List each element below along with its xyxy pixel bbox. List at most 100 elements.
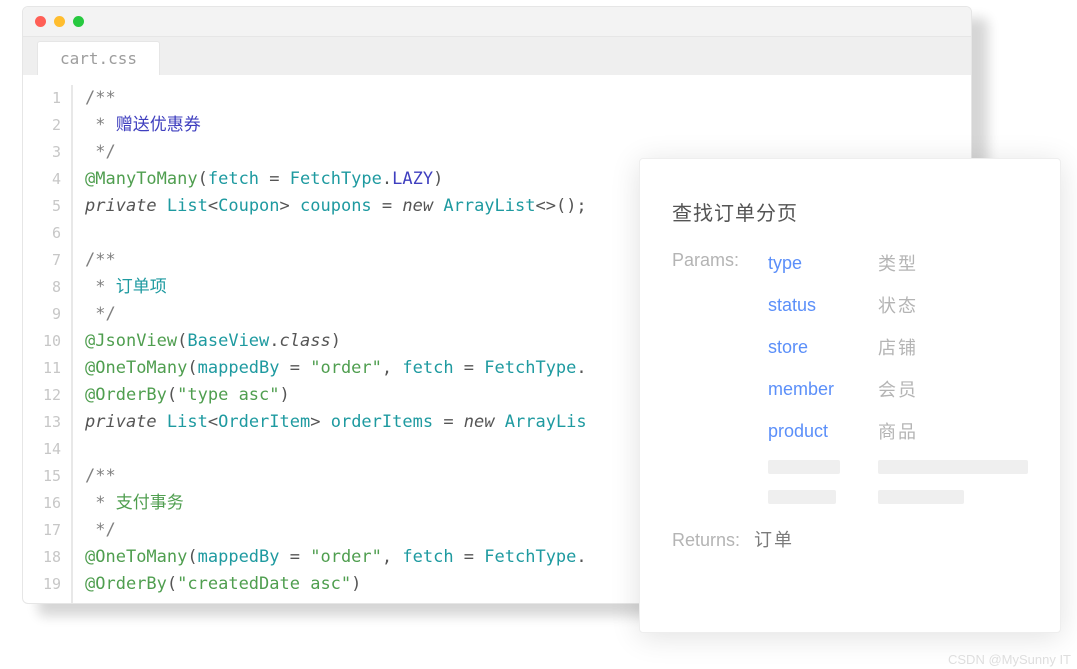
- line-number: 18: [23, 544, 61, 571]
- code-token: paymentTransactio: [413, 601, 587, 604]
- code-token: private: [85, 601, 157, 604]
- code-token: new: [464, 412, 495, 432]
- code-token: JsonView: [95, 331, 177, 351]
- code-token: @: [85, 331, 95, 351]
- param-key[interactable]: product: [768, 421, 854, 442]
- line-number: 5: [23, 193, 61, 220]
- code-token: List: [167, 196, 208, 216]
- code-token: mappedBy: [198, 358, 290, 378]
- code-token: FetchType: [290, 169, 382, 189]
- code-token: 赠送优惠券: [116, 115, 201, 135]
- code-token: [157, 412, 167, 432]
- code-token: 订单项: [116, 277, 167, 297]
- code-token: /**: [85, 88, 116, 108]
- param-row: status状态: [768, 292, 1028, 318]
- code-token: <: [208, 196, 218, 216]
- line-number: 3: [23, 139, 61, 166]
- code-token: coupons: [300, 196, 382, 216]
- line-number: 17: [23, 517, 61, 544]
- code-token: ,: [382, 358, 402, 378]
- code-token: @: [85, 385, 95, 405]
- param-key[interactable]: member: [768, 379, 854, 400]
- param-key[interactable]: type: [768, 253, 854, 274]
- param-row: type类型: [768, 250, 1028, 276]
- line-number: 19: [23, 571, 61, 598]
- code-token: ArrayLis: [505, 412, 587, 432]
- code-token: =: [464, 547, 484, 567]
- code-token: PaymentTransaction: [208, 601, 392, 604]
- code-token: 支付事务: [116, 493, 184, 513]
- code-token: =: [290, 547, 310, 567]
- param-skeleton-row: [768, 490, 1028, 504]
- line-number: 20: [23, 598, 61, 604]
- code-token: private: [85, 196, 157, 216]
- code-token: (: [198, 169, 208, 189]
- code-token: "order": [310, 358, 382, 378]
- code-token: "createdDate asc": [177, 574, 351, 594]
- code-token: >: [310, 412, 330, 432]
- param-desc: 会员: [878, 376, 918, 402]
- code-token: =: [269, 169, 289, 189]
- doc-title: 查找订单分页: [672, 197, 1028, 226]
- code-token: ): [280, 385, 290, 405]
- code-content[interactable]: /** * 赠送优惠券 */ @ManyToMany(fetch = Fetch…: [85, 85, 587, 604]
- code-token: OrderItem: [218, 412, 310, 432]
- code-token: */: [85, 142, 116, 162]
- code-token: mappedBy: [198, 547, 290, 567]
- line-number: 11: [23, 355, 61, 382]
- code-token: =: [290, 358, 310, 378]
- code-token: @: [85, 547, 95, 567]
- code-token: new: [402, 196, 433, 216]
- code-token: @: [85, 358, 95, 378]
- param-skeleton-row: [768, 460, 1028, 474]
- line-number: 13: [23, 409, 61, 436]
- minimize-icon[interactable]: [54, 16, 65, 27]
- returns-label: Returns:: [672, 530, 740, 551]
- code-token: ,: [382, 547, 402, 567]
- skeleton-bar: [878, 460, 1028, 474]
- code-token: *: [85, 493, 116, 513]
- code-token: Coupon: [218, 196, 279, 216]
- param-row: store 店铺: [768, 334, 1028, 360]
- param-key[interactable]: status: [768, 295, 854, 316]
- code-token: /**: [85, 250, 116, 270]
- param-desc: 商品: [878, 418, 918, 444]
- doc-panel: 查找订单分页 Params: type类型 status状态 store 店铺 memb…: [639, 158, 1061, 633]
- code-token: fetch: [402, 547, 463, 567]
- line-number: 4: [23, 166, 61, 193]
- code-token: .: [576, 547, 586, 567]
- code-token: =: [382, 196, 402, 216]
- param-key[interactable]: store: [768, 337, 854, 358]
- code-token: =: [443, 412, 463, 432]
- code-token: List: [167, 412, 208, 432]
- code-token: fetch: [402, 358, 463, 378]
- code-token: [495, 412, 505, 432]
- code-token: */: [85, 304, 116, 324]
- line-number: 12: [23, 382, 61, 409]
- line-number: 2: [23, 112, 61, 139]
- maximize-icon[interactable]: [73, 16, 84, 27]
- param-desc: 店铺: [878, 334, 918, 360]
- code-token: ): [351, 574, 361, 594]
- line-number: 15: [23, 463, 61, 490]
- line-number: 1: [23, 85, 61, 112]
- code-token: *: [85, 115, 116, 135]
- close-icon[interactable]: [35, 16, 46, 27]
- code-token: "order": [310, 547, 382, 567]
- code-token: FetchType: [484, 547, 576, 567]
- code-token: (: [187, 547, 197, 567]
- skeleton-bar: [768, 490, 836, 504]
- tab-file[interactable]: cart.css: [37, 41, 160, 75]
- code-token: >: [392, 601, 412, 604]
- code-token: ): [331, 331, 341, 351]
- code-token: class: [280, 331, 331, 351]
- code-token: ArrayList: [443, 196, 535, 216]
- code-token: "type asc": [177, 385, 279, 405]
- skeleton-bar: [878, 490, 964, 504]
- watermark: CSDN @MySunny IT: [948, 652, 1071, 667]
- code-token: @: [85, 169, 95, 189]
- params-label: Params:: [672, 250, 748, 504]
- doc-returns-section: Returns: 订单: [672, 526, 1028, 552]
- line-number: 7: [23, 247, 61, 274]
- code-token: FetchType: [484, 358, 576, 378]
